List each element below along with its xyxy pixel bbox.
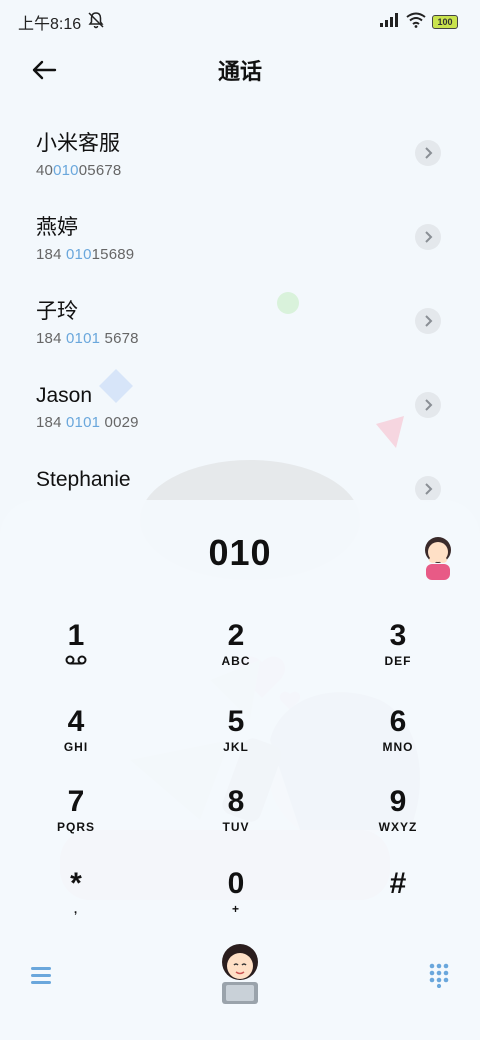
contact-row[interactable]: 燕婷 184 01015689 [0, 194, 480, 278]
contact-number: 184 0101 5678 [36, 330, 139, 347]
chevron-right-icon [425, 315, 433, 327]
contact-number: 4001005678 [36, 162, 122, 179]
contact-suggestion-list: 小米客服 4001005678 燕婷 184 01015689 子玲 184 0… [0, 110, 480, 530]
contact-name: 小米客服 [36, 132, 120, 155]
key-2[interactable]: 2 ABC [176, 618, 296, 688]
contact-details-button[interactable] [415, 392, 441, 418]
key-7[interactable]: 7 PQRS [16, 784, 136, 854]
avatar[interactable] [418, 532, 458, 582]
contact-name: 燕婷 [36, 216, 78, 239]
wifi-icon [406, 12, 426, 33]
battery-icon: 100 [432, 15, 458, 29]
status-bar: 上午8:16 100 [0, 0, 480, 44]
key-hash[interactable]: # [338, 866, 458, 936]
key-9[interactable]: 9 WXYZ [338, 784, 458, 854]
contact-row[interactable]: 子玲 184 0101 5678 [0, 278, 480, 362]
bell-muted-icon [87, 11, 105, 34]
dialpad-icon [429, 963, 449, 989]
chevron-right-icon [425, 399, 433, 411]
menu-icon [31, 967, 51, 984]
keypad: 1 2 ABC 3 DEF 4 GHI 5 JKL 6 MNO 7 PQRS 8… [0, 618, 480, 928]
call-button[interactable] [214, 940, 266, 1010]
contact-number: 184 01015689 [36, 246, 135, 263]
key-star[interactable]: * , [16, 866, 136, 936]
contact-name: 子玲 [36, 300, 78, 323]
contact-details-button[interactable] [415, 476, 441, 502]
contact-row[interactable]: 小米客服 4001005678 [0, 110, 480, 194]
contact-details-button[interactable] [415, 308, 441, 334]
back-arrow-icon [32, 60, 57, 80]
contact-details-button[interactable] [415, 224, 441, 250]
key-0[interactable]: 0 + [176, 866, 296, 936]
dialpad-toggle-button[interactable] [428, 962, 450, 989]
key-1[interactable]: 1 [16, 618, 136, 688]
status-time: 上午8:16 [18, 16, 82, 33]
signal-icon [380, 12, 400, 32]
contact-number: 184 0101 0029 [36, 414, 139, 431]
chevron-right-icon [425, 483, 433, 495]
menu-button[interactable] [30, 964, 52, 986]
header: 通话 [0, 44, 480, 96]
contact-name: Stephanie [36, 468, 131, 491]
chevron-right-icon [425, 147, 433, 159]
dialed-number: 010 [208, 532, 272, 573]
voicemail-icon [16, 654, 136, 669]
key-5[interactable]: 5 JKL [176, 704, 296, 774]
key-4[interactable]: 4 GHI [16, 704, 136, 774]
key-6[interactable]: 6 MNO [338, 704, 458, 774]
contact-row[interactable]: Jason 184 0101 0029 [0, 362, 480, 446]
bottom-bar [0, 940, 480, 1020]
page-title: 通话 [217, 59, 262, 84]
contact-details-button[interactable] [415, 140, 441, 166]
back-button[interactable] [28, 56, 60, 84]
key-8[interactable]: 8 TUV [176, 784, 296, 854]
contact-name: Jason [36, 384, 93, 407]
key-3[interactable]: 3 DEF [338, 618, 458, 688]
chevron-right-icon [425, 231, 433, 243]
